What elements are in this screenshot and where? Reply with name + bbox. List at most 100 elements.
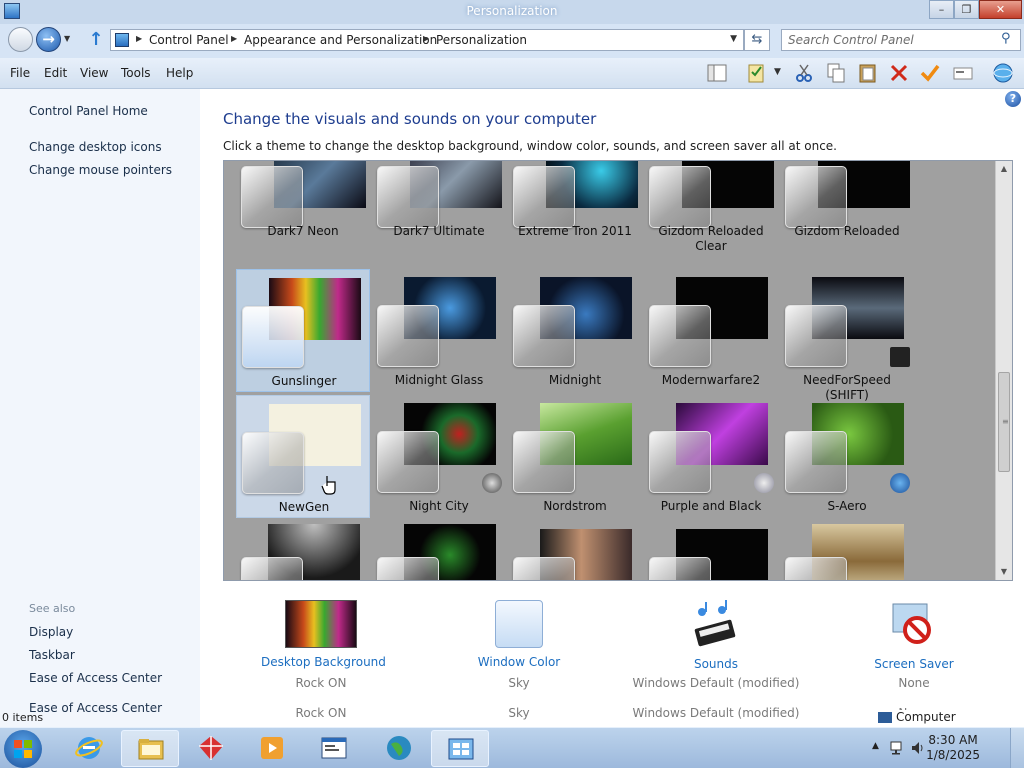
theme-window-preview [785,305,847,367]
theme-tile-selected[interactable]: Gunslinger [236,269,370,392]
theme-tile[interactable] [236,521,370,580]
window-color-item[interactable]: Window Color [469,600,569,669]
gift-box-icon [199,736,223,760]
forward-button[interactable]: → [36,27,61,52]
menu-tools[interactable]: Tools [121,66,151,80]
volume-icon[interactable] [910,740,926,756]
breadcrumb-separator-icon[interactable]: ▶ [136,34,142,43]
taskbar-control-panel[interactable] [431,730,489,767]
show-hidden-icons-icon[interactable]: ▲ [872,741,879,751]
theme-tile[interactable]: Midnight [508,269,642,392]
taskbar-globe[interactable] [370,730,428,767]
sounds-link[interactable]: Sounds [656,657,776,671]
start-button[interactable] [4,730,42,768]
theme-tile[interactable]: Night City [372,395,506,518]
search-icon[interactable]: ⚲ [1001,31,1015,49]
media-player-icon [261,737,283,759]
back-button[interactable] [8,27,33,52]
show-desktop-button[interactable] [1010,728,1024,768]
cut-icon[interactable] [793,62,815,84]
address-dropdown-icon[interactable]: ▼ [730,34,737,44]
theme-tile[interactable] [644,521,778,580]
checkmark-icon[interactable] [919,62,941,84]
copy-icon[interactable] [825,62,847,84]
theme-tile[interactable]: Dark7 Neon [236,161,370,269]
theme-tile[interactable]: Purple and Black [644,395,778,518]
theme-tile[interactable]: Modernwarfare2 [644,269,778,392]
close-icon: ✕ [995,3,1006,16]
minimize-button[interactable]: – [929,0,954,19]
menu-file[interactable]: File [10,66,30,80]
menu-help[interactable]: Help [166,66,193,80]
window-color-link[interactable]: Window Color [469,655,569,669]
change-mouse-pointers-link[interactable]: Change mouse pointers [29,163,172,177]
sounds-item[interactable]: Sounds [656,600,776,671]
theme-tile[interactable]: Gizdom Reloaded [780,161,914,269]
properties-icon[interactable] [746,62,768,84]
theme-tile[interactable] [780,521,914,580]
desktop-background-item[interactable]: Desktop Background [261,600,386,669]
screen-saver-link[interactable]: Screen Saver [864,657,964,671]
theme-window-preview [649,431,711,493]
ease-of-access-link[interactable]: Ease of Access Center [29,671,162,685]
menu-view[interactable]: View [80,66,108,80]
taskbar-gift-box[interactable] [182,730,240,767]
ie-globe-icon[interactable] [992,62,1014,84]
close-button[interactable]: ✕ [979,0,1022,19]
restore-button[interactable]: ❐ [954,0,979,19]
theme-tile[interactable]: Nordstrom [508,395,642,518]
theme-tile[interactable]: Gizdom Reloaded Clear [644,161,778,269]
theme-tile[interactable] [508,521,642,580]
theme-name: S-Aero [827,499,867,513]
search-box[interactable]: ⚲ [781,29,1021,51]
screen-saver-icon [892,603,931,644]
scrollbar-thumb[interactable]: ≡ [998,372,1010,472]
layout-icon[interactable] [706,62,728,84]
desktop-background-link[interactable]: Desktop Background [261,655,386,669]
screen-saver-item[interactable]: Screen Saver [864,600,964,671]
display-link[interactable]: Display [29,625,73,639]
theme-window-preview [242,306,304,368]
breadcrumb-appearance[interactable]: Appearance and Personalization [244,33,437,47]
rename-icon[interactable] [952,62,974,84]
up-arrow-icon[interactable]: ↑ [86,30,106,50]
scroll-up-icon[interactable]: ▲ [996,161,1012,177]
theme-tile[interactable] [372,521,506,580]
screen-saver-value: None [898,676,930,690]
control-panel-home-link[interactable]: Control Panel Home [29,104,148,118]
taskbar-link[interactable]: Taskbar [29,648,75,662]
menu-edit[interactable]: Edit [44,66,67,80]
breadcrumb-personalization[interactable]: Personalization [436,33,527,47]
window-color-value: Sky [508,676,530,690]
windows-logo-icon [14,740,32,758]
delete-icon[interactable] [888,62,910,84]
grip-icon: ≡ [1002,417,1009,426]
clock[interactable]: 8:30 AM 1/8/2025 [926,733,980,763]
theme-tile-hover[interactable]: NewGen [236,395,370,518]
clock-date: 1/8/2025 [926,748,980,762]
taskbar-window-app[interactable] [305,730,363,767]
paste-icon[interactable] [857,62,879,84]
theme-tile[interactable]: Dark7 Ultimate [372,161,506,269]
change-desktop-icons-link[interactable]: Change desktop icons [29,140,162,154]
taskbar-internet-explorer[interactable] [60,730,118,767]
breadcrumb-separator-icon[interactable]: ▶ [231,34,237,43]
theme-gallery-scrollbar[interactable]: ▲ ≡ ▼ [995,161,1012,580]
help-icon[interactable]: ? [1005,91,1021,107]
breadcrumb-control-panel[interactable]: Control Panel [149,33,229,47]
theme-window-preview [377,431,439,493]
address-field[interactable]: ▶ Control Panel ▶ Appearance and Persona… [110,29,744,51]
theme-tile[interactable]: Midnight Glass [372,269,506,392]
theme-tile[interactable]: Extreme Tron 2011 [508,161,642,269]
breadcrumb-separator-icon[interactable]: ▶ [423,34,429,43]
taskbar-media-player[interactable] [243,730,301,767]
search-input[interactable] [788,32,998,48]
taskbar-file-explorer[interactable] [121,730,179,767]
theme-gallery[interactable]: Dark7 Neon Dark7 Ultimate Extreme Tron 2… [223,160,1013,581]
theme-tile[interactable]: NeedForSpeed (SHIFT) [780,269,914,402]
history-dropdown-icon[interactable]: ▼ [64,34,74,43]
scroll-down-icon[interactable]: ▼ [996,564,1012,580]
theme-tile[interactable]: S-Aero [780,395,914,518]
network-icon[interactable] [890,740,906,756]
refresh-button[interactable]: ⇆ [744,29,770,51]
